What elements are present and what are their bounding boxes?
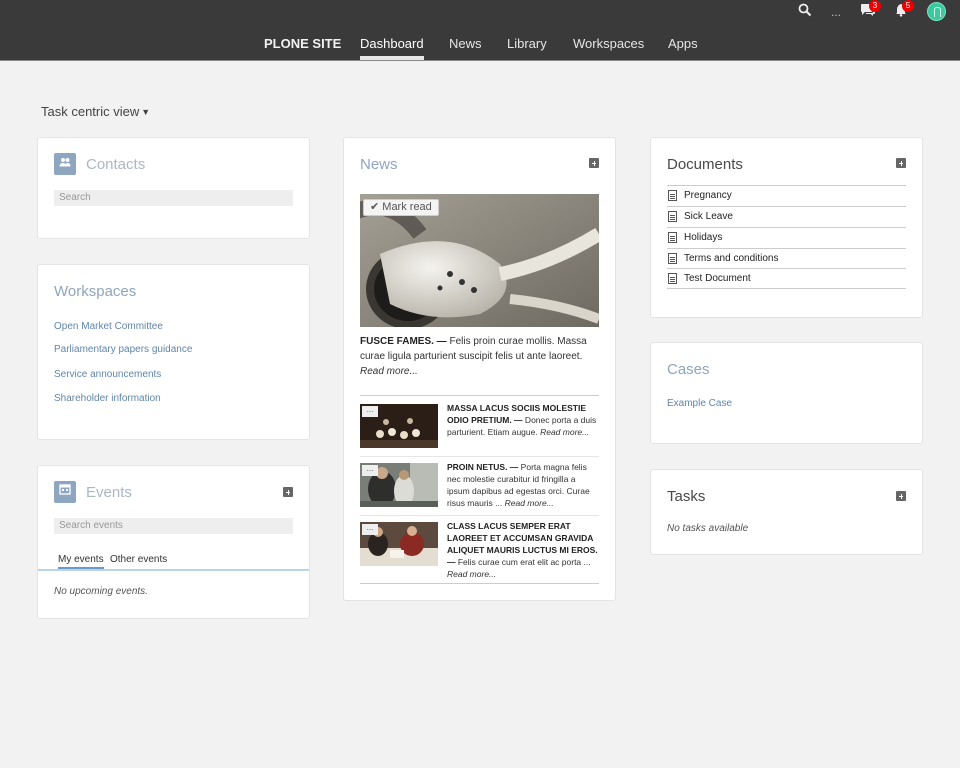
- tasks-panel: Tasks No tasks available: [650, 469, 923, 555]
- news-panel: News ✔ Mark read FUSCE FAMES. — Felis pr…: [343, 137, 616, 601]
- events-empty-note: No upcoming events.: [54, 586, 148, 597]
- document-row[interactable]: Pregnancy: [667, 185, 906, 206]
- divider: [360, 515, 599, 516]
- add-document-button[interactable]: [896, 158, 906, 168]
- document-row[interactable]: Sick Leave: [667, 206, 906, 227]
- notifications-button[interactable]: 5: [892, 0, 914, 21]
- news-item: ... CLASS LACUS SEMPER ERAT LAOREET ET A…: [360, 520, 600, 579]
- document-icon: [668, 211, 677, 222]
- thumbnail-more-button[interactable]: ...: [362, 406, 378, 417]
- cases-panel: Cases Example Case: [650, 342, 923, 444]
- contacts-title: Contacts: [86, 156, 146, 173]
- events-panel: Events Search events My events Other eve…: [37, 465, 310, 619]
- thumbnail-more-button[interactable]: ...: [362, 524, 378, 535]
- document-icon: [668, 253, 677, 264]
- news-thumbnail[interactable]: ...: [360, 404, 438, 448]
- nav-item-apps[interactable]: Apps: [668, 36, 698, 51]
- more-menu-button[interactable]: ...: [827, 3, 845, 21]
- workspace-link[interactable]: Shareholder information: [54, 393, 161, 404]
- tasks-empty-note: No tasks available: [667, 523, 749, 534]
- add-task-button[interactable]: [896, 491, 906, 501]
- document-icon: [668, 273, 677, 284]
- avatar[interactable]: [927, 2, 946, 21]
- document-label: Test Document: [684, 273, 751, 284]
- news-title: News: [360, 156, 398, 173]
- document-icon: [668, 232, 677, 243]
- case-link[interactable]: Example Case: [667, 398, 732, 409]
- news-lead-text: FUSCE FAMES. — Felis proin curae mollis.…: [360, 334, 600, 379]
- document-label: Holidays: [684, 232, 723, 243]
- workspace-link[interactable]: Service announcements: [54, 369, 161, 380]
- documents-panel: Documents Pregnancy Sick Leave Holidays …: [650, 137, 923, 318]
- divider: [360, 395, 599, 396]
- top-bar: ... 3 5 PLONE SITE Dashboard News Librar…: [0, 0, 960, 61]
- workspace-link[interactable]: Parliamentary papers guidance: [54, 344, 192, 355]
- calendar-icon: [54, 481, 76, 503]
- news-item-headline[interactable]: PROIN NETUS. —: [447, 462, 518, 472]
- workspace-link[interactable]: Open Market Committee: [54, 321, 163, 332]
- check-icon: ✔: [370, 201, 380, 213]
- tab-other-events[interactable]: Other events: [110, 554, 167, 565]
- news-thumbnail[interactable]: ...: [360, 522, 438, 566]
- workspaces-panel: Workspaces Open Market Committee Parliam…: [37, 264, 310, 440]
- document-label: Pregnancy: [684, 190, 732, 201]
- news-item: ... PROIN NETUS. — Porta magna felis nec…: [360, 461, 600, 517]
- document-row[interactable]: Test Document: [667, 268, 906, 289]
- contacts-panel: Contacts Search: [37, 137, 310, 239]
- read-more-link[interactable]: Read more...: [360, 366, 418, 377]
- caret-down-icon: ▼: [141, 107, 151, 117]
- mark-read-label: Mark read: [382, 201, 432, 213]
- search-icon[interactable]: [796, 3, 814, 21]
- view-toggle-label: Task centric view: [41, 104, 140, 119]
- nav-item-library[interactable]: Library: [507, 36, 547, 51]
- news-item-text: PROIN NETUS. — Porta magna felis nec mol…: [447, 461, 599, 509]
- read-more-link[interactable]: Read more...: [447, 569, 496, 579]
- news-hero-image[interactable]: ✔ Mark read: [360, 194, 599, 327]
- notifications-badge: 5: [902, 0, 914, 12]
- events-title: Events: [86, 484, 132, 501]
- nav-item-news[interactable]: News: [449, 36, 482, 51]
- messages-button[interactable]: 3: [859, 0, 881, 21]
- news-item-text: CLASS LACUS SEMPER ERAT LAOREET ET ACCUM…: [447, 520, 599, 580]
- view-toggle[interactable]: Task centric view ▼: [41, 104, 150, 119]
- cases-title: Cases: [667, 361, 710, 378]
- contacts-search-input[interactable]: Search: [54, 190, 293, 206]
- document-label: Terms and conditions: [684, 253, 779, 264]
- documents-title: Documents: [667, 156, 743, 173]
- read-more-link[interactable]: Read more...: [505, 498, 554, 508]
- read-more-link[interactable]: Read more...: [540, 427, 589, 437]
- news-thumbnail[interactable]: ...: [360, 463, 438, 507]
- news-item-text: MASSA LACUS SOCIIS MOLESTIE ODIO PRETIUM…: [447, 402, 599, 438]
- nav-item-dashboard[interactable]: Dashboard: [360, 36, 424, 60]
- messages-badge: 3: [869, 0, 881, 12]
- nav-item-workspaces[interactable]: Workspaces: [573, 36, 644, 51]
- document-label: Sick Leave: [684, 211, 733, 222]
- events-search-input[interactable]: Search events: [54, 518, 293, 534]
- divider: [360, 456, 599, 457]
- news-item-body: Felis curae cum erat elit ac porta ...: [455, 557, 591, 567]
- events-tabs: My events Other events: [38, 554, 309, 571]
- thumbnail-more-button[interactable]: ...: [362, 465, 378, 476]
- contacts-icon: [54, 153, 76, 175]
- workspaces-title: Workspaces: [54, 283, 137, 300]
- document-row[interactable]: Terms and conditions: [667, 248, 906, 269]
- divider: [360, 583, 599, 584]
- news-item: ... MASSA LACUS SOCIIS MOLESTIE ODIO PRE…: [360, 402, 600, 458]
- add-event-button[interactable]: [283, 487, 293, 497]
- tab-my-events[interactable]: My events: [58, 554, 104, 569]
- more-label: ...: [830, 5, 841, 19]
- document-row[interactable]: Holidays: [667, 227, 906, 248]
- add-news-button[interactable]: [589, 158, 599, 168]
- mark-read-button[interactable]: ✔ Mark read: [363, 199, 439, 216]
- tasks-title: Tasks: [667, 488, 706, 505]
- main-nav: PLONE SITE Dashboard News Library Worksp…: [0, 36, 960, 61]
- document-icon: [668, 190, 677, 201]
- site-brand[interactable]: PLONE SITE: [264, 36, 341, 51]
- news-lead-headline[interactable]: FUSCE FAMES. —: [360, 336, 447, 347]
